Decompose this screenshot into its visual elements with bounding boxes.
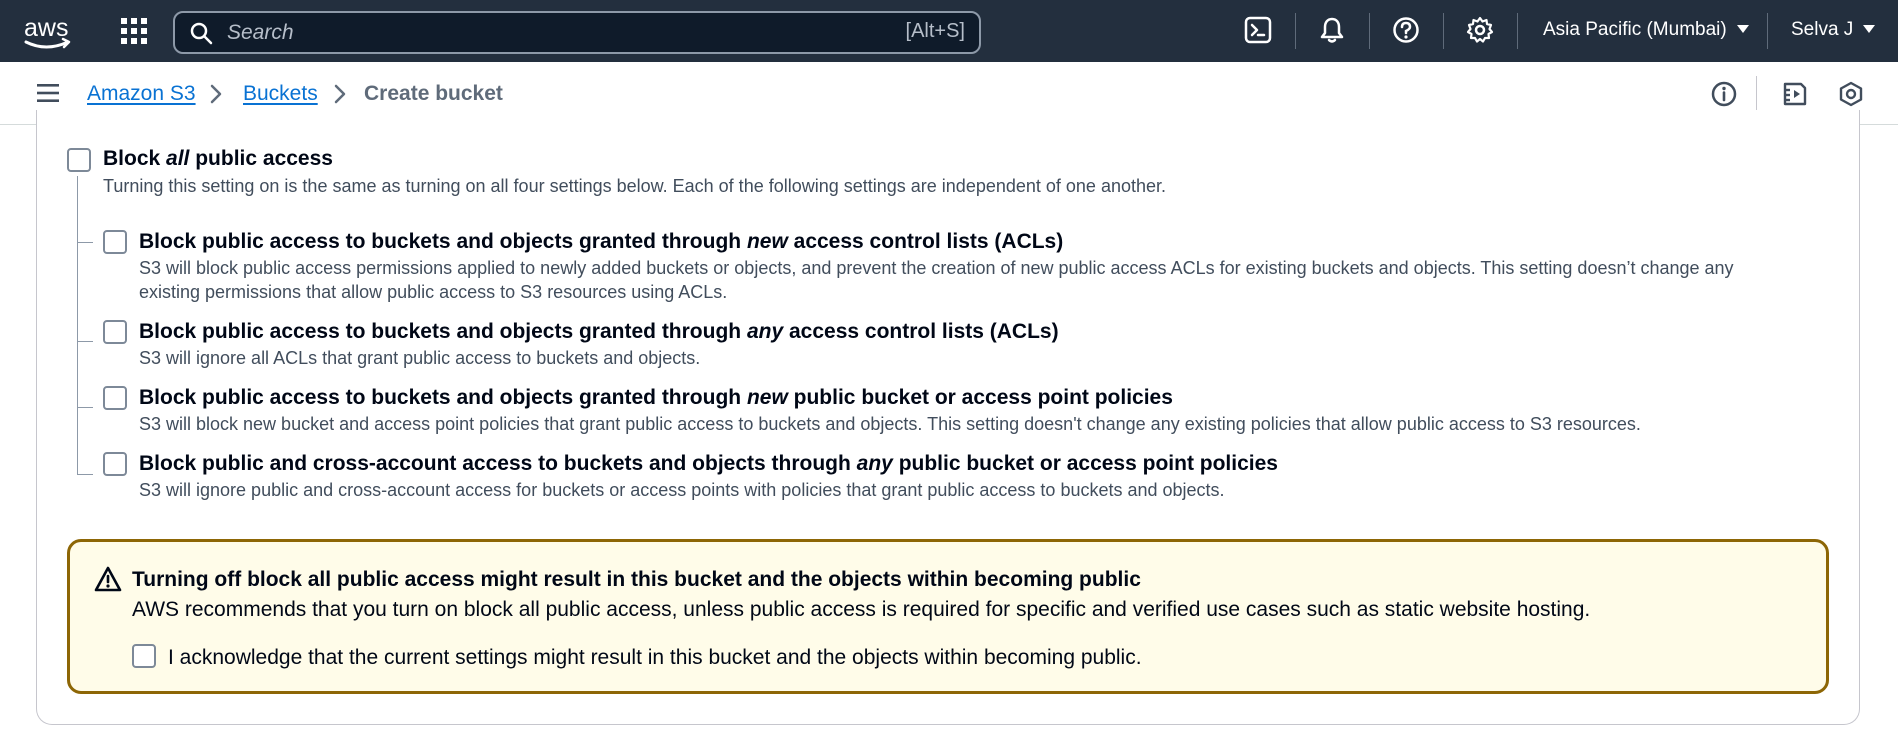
breadcrumb-current-page: Create bucket xyxy=(364,82,503,105)
search-icon xyxy=(190,22,213,45)
block-any-acls-title: Block public access to buckets and objec… xyxy=(139,320,1059,343)
info-icon[interactable] xyxy=(1710,80,1738,108)
acknowledge-label[interactable]: I acknowledge that the current settings … xyxy=(168,646,1142,670)
help-icon[interactable] xyxy=(1391,15,1421,45)
chevron-right-icon xyxy=(334,84,346,104)
block-any-policies-checkbox[interactable] xyxy=(103,452,127,476)
services-grid-icon[interactable] xyxy=(120,17,148,45)
aws-logo-text: aws xyxy=(24,14,68,42)
account-menu[interactable]: Selva J xyxy=(1791,19,1876,41)
topbar-divider xyxy=(1517,13,1518,49)
search-box[interactable]: [Alt+S] xyxy=(173,11,981,54)
warning-title: Turning off block all public access migh… xyxy=(132,568,1141,591)
menu-icon[interactable] xyxy=(36,83,60,103)
block-any-policies-description: S3 will ignore public and cross-account … xyxy=(139,480,1225,500)
block-new-acls-description: S3 will block public access permissions … xyxy=(139,258,1734,302)
breadcrumb-amazon-s3[interactable]: Amazon S3 xyxy=(87,82,196,106)
tree-connector-branch xyxy=(77,407,93,408)
breadcrumb-divider xyxy=(1756,76,1757,112)
topbar-divider xyxy=(1369,13,1370,49)
block-any-acls-checkbox[interactable] xyxy=(103,320,127,344)
block-new-policies-title: Block public access to buckets and objec… xyxy=(139,386,1173,409)
tutorial-panel-icon[interactable] xyxy=(1781,80,1809,108)
region-label: Asia Pacific (Mumbai) xyxy=(1543,19,1727,40)
caret-down-icon xyxy=(1736,25,1749,33)
block-new-acls-title: Block public access to buckets and objec… xyxy=(139,230,1064,253)
warning-text: AWS recommends that you turn on block al… xyxy=(132,598,1591,621)
warning-icon xyxy=(94,566,122,592)
feedback-hexagon-icon[interactable] xyxy=(1837,80,1865,108)
topbar-divider xyxy=(1767,13,1768,49)
block-new-policies-description: S3 will block new bucket and access poin… xyxy=(139,414,1641,434)
chevron-right-icon xyxy=(210,84,222,104)
breadcrumb-buckets[interactable]: Buckets xyxy=(243,82,318,106)
caret-down-icon xyxy=(1863,25,1876,33)
search-input[interactable] xyxy=(227,19,827,47)
settings-icon[interactable] xyxy=(1465,15,1495,45)
block-any-acls-description: S3 will ignore all ACLs that grant publi… xyxy=(139,348,701,368)
bell-icon[interactable] xyxy=(1317,15,1347,45)
tree-connector-line xyxy=(77,176,78,475)
cloudshell-icon[interactable] xyxy=(1243,15,1273,45)
block-all-public-access-title: Block all public access xyxy=(103,147,333,170)
search-shortcut-hint: [Alt+S] xyxy=(905,20,965,42)
topbar-divider xyxy=(1295,13,1296,49)
aws-logo[interactable]: aws xyxy=(22,12,74,52)
block-new-policies-checkbox[interactable] xyxy=(103,386,127,410)
block-new-acls-checkbox[interactable] xyxy=(103,230,127,254)
block-all-public-access-checkbox[interactable] xyxy=(67,148,91,172)
top-navigation-bar: aws [Alt+S] Asia Pacific (Mumb xyxy=(0,0,1898,62)
region-selector[interactable]: Asia Pacific (Mumbai) xyxy=(1543,19,1749,41)
acknowledge-checkbox[interactable] xyxy=(132,644,156,668)
tree-connector-branch xyxy=(77,242,93,243)
block-all-public-access-description: Turning this setting on is the same as t… xyxy=(103,176,1167,196)
tree-connector-branch xyxy=(77,341,93,342)
topbar-divider xyxy=(1443,13,1444,49)
public-access-warning-alert: Turning off block all public access migh… xyxy=(67,539,1829,694)
block-any-policies-title: Block public and cross-account access to… xyxy=(139,452,1278,475)
user-name: Selva J xyxy=(1791,19,1854,40)
tree-connector-branch xyxy=(77,474,93,475)
